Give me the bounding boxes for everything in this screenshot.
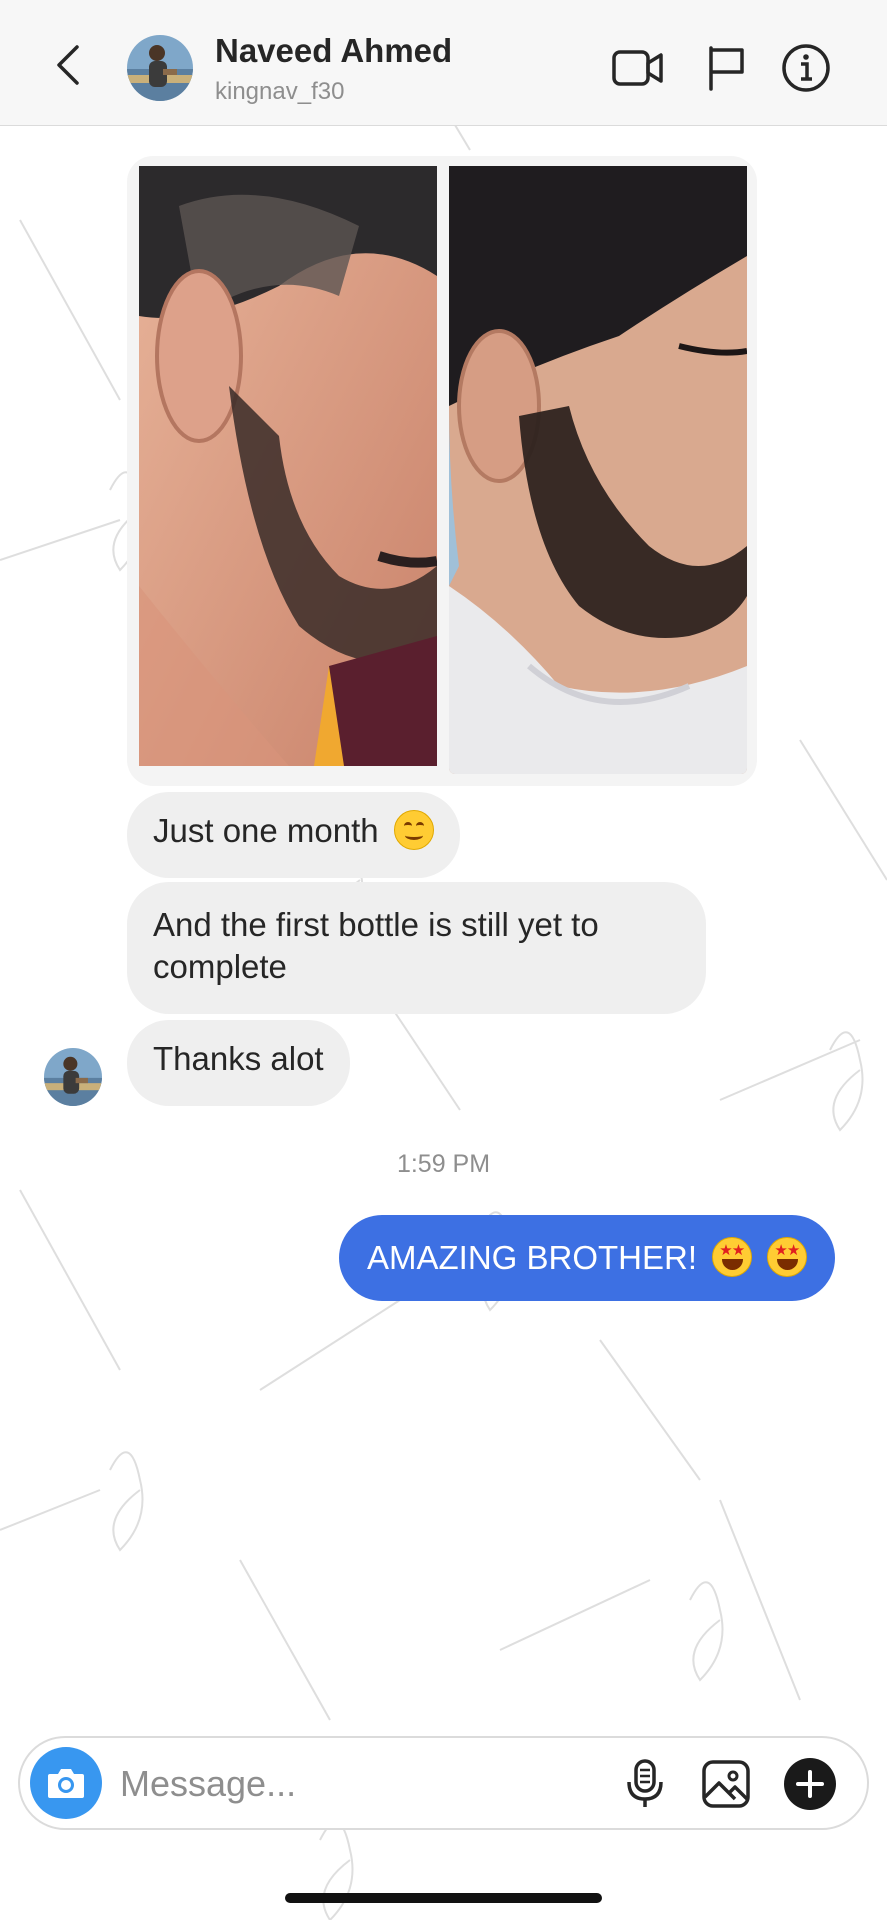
report-button[interactable] [698, 42, 754, 94]
photo-before[interactable] [139, 166, 437, 766]
camera-icon [48, 1769, 84, 1798]
outgoing-message[interactable]: AMAZING BROTHER! ★ ★ ★ ★ [339, 1215, 836, 1301]
incoming-message[interactable]: Thanks alot [127, 1020, 350, 1106]
star-struck-emoji-icon: ★ ★ [712, 1237, 753, 1277]
message-text: Just one month [153, 812, 379, 849]
message-composer [18, 1736, 869, 1830]
message-text: And the first bottle is still yet to com… [153, 906, 599, 985]
message-timestamp: 1:59 PM [396, 1150, 491, 1178]
incoming-message[interactable]: And the first bottle is still yet to com… [127, 882, 706, 1014]
video-call-icon [612, 50, 663, 86]
chat-header: Naveed Ahmed kingnav_f30 [0, 0, 887, 126]
gallery-button[interactable] [696, 1754, 756, 1814]
microphone-icon [627, 1759, 663, 1807]
contact-name[interactable]: Naveed Ahmed [215, 32, 452, 70]
contact-avatar[interactable] [127, 35, 193, 101]
message-text: AMAZING BROTHER! [367, 1239, 698, 1276]
contact-username: kingnav_f30 [215, 78, 345, 105]
chevron-left-icon [57, 45, 79, 85]
smiling-face-emoji-icon [393, 810, 434, 850]
home-indicator[interactable] [285, 1893, 602, 1903]
sender-avatar[interactable] [44, 1048, 102, 1106]
info-button[interactable] [778, 42, 834, 94]
incoming-message[interactable]: Just one month [127, 792, 460, 878]
voice-message-button[interactable] [615, 1754, 675, 1814]
star-struck-emoji-icon: ★ ★ [767, 1237, 808, 1277]
camera-button[interactable] [30, 1747, 102, 1819]
video-call-button[interactable] [610, 42, 666, 94]
photo-after[interactable] [449, 166, 747, 774]
gallery-icon [702, 1760, 750, 1808]
message-input[interactable] [120, 1758, 600, 1810]
photo-attachment[interactable] [127, 156, 757, 786]
info-icon [782, 44, 830, 92]
flag-icon [709, 46, 744, 91]
back-button[interactable] [48, 40, 88, 90]
plus-icon [784, 1758, 836, 1810]
more-options-button[interactable] [780, 1754, 840, 1814]
message-text: Thanks alot [153, 1040, 324, 1077]
